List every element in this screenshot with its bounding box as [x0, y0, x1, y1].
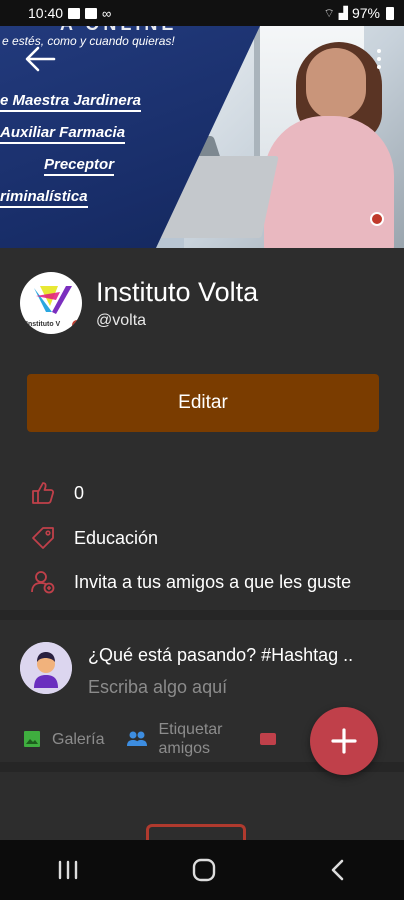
tag-icon [32, 527, 54, 549]
edit-button[interactable]: Editar [27, 374, 379, 432]
user-avatar-icon [20, 642, 72, 694]
volta-logo-icon [34, 286, 72, 314]
invite-friends-row[interactable]: Invita a tus amigos a que les guste [30, 569, 351, 595]
category-label: Educación [74, 527, 159, 548]
divider [0, 610, 404, 620]
signal-icon: ▟ [338, 6, 348, 20]
notification-icon [68, 7, 81, 19]
cover-image: A ONLINE e estés, como y cuando quieras!… [0, 26, 404, 248]
cover-badge-icon [370, 212, 384, 226]
battery-icon [386, 6, 394, 20]
avatar[interactable]: Instituto V [20, 272, 82, 334]
more-vertical-icon [377, 49, 381, 53]
page-title: Instituto Volta [96, 277, 259, 307]
logo-text: Instituto V [26, 321, 61, 328]
create-post-fab[interactable] [310, 707, 378, 775]
status-time: 10:40 [28, 5, 64, 21]
feeling-icon [260, 733, 277, 745]
composer-prompt[interactable]: ¿Qué está pasando? #Hashtag .. [88, 645, 388, 666]
status-bar: 10:40 ∞ ⌔ ▟ 97% [0, 0, 404, 26]
gallery-button[interactable]: Galería [22, 729, 104, 749]
profile-handle: @volta [96, 312, 147, 329]
arrow-left-icon [25, 46, 56, 72]
post-input[interactable]: Escriba algo aquí [88, 677, 227, 698]
tag-friends-icon [127, 731, 148, 746]
user-avatar[interactable] [20, 642, 72, 694]
battery-percent: 97% [351, 5, 380, 21]
invite-friends-text[interactable]: Invita a tus amigos a que les guste [74, 572, 351, 593]
invite-user-icon [31, 571, 55, 594]
likes-count: 0 [74, 482, 85, 503]
voicemail-icon: ∞ [102, 5, 112, 21]
tag-friends-button[interactable]: Etiquetar amigos [126, 720, 236, 758]
verified-badge-icon [70, 318, 82, 332]
home-icon[interactable] [191, 857, 217, 883]
cover-course: e Maestra Jardinera [0, 92, 141, 112]
back-button[interactable] [22, 44, 58, 74]
profile-header: Instituto V Instituto Volta @volta [20, 272, 258, 334]
thumbs-up-icon [32, 482, 55, 504]
wifi-icon: ⌔ [323, 5, 335, 20]
cover-course: Preceptor [44, 156, 115, 176]
notification-icon [85, 7, 98, 19]
plus-icon [331, 728, 357, 754]
gallery-icon [24, 731, 40, 747]
cover-course: Auxiliar Farmacia [0, 124, 126, 144]
category-row: Educación [30, 525, 158, 551]
cover-course: riminalística [0, 188, 88, 208]
system-nav-bar [0, 840, 404, 900]
tag-friends-label: Etiquetar amigos [158, 721, 223, 757]
more-options-button[interactable] [372, 46, 386, 72]
recent-apps-icon[interactable] [56, 859, 80, 881]
gallery-label: Galería [52, 730, 105, 748]
back-nav-icon[interactable] [328, 858, 348, 882]
likes-row: 0 [30, 480, 84, 506]
